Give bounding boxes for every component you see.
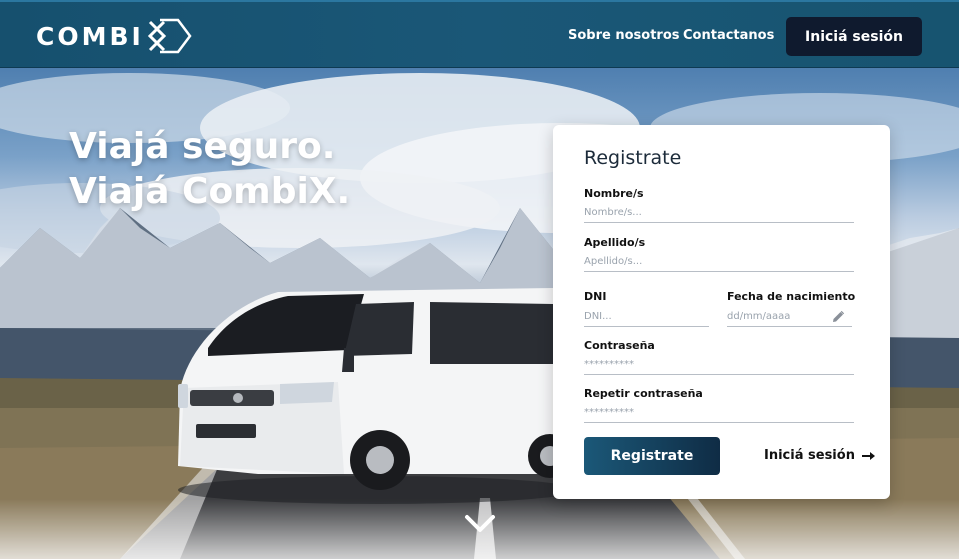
navbar: COMBI Sobre nosotros Contactanos Iniciá … [0, 0, 959, 68]
pencil-icon[interactable] [831, 310, 845, 324]
nombre-field[interactable] [584, 203, 854, 223]
hero-headline: Viajá seguro. Viajá CombiX. [69, 124, 350, 214]
password-field[interactable] [584, 355, 854, 375]
nav-link-about[interactable]: Sobre nosotros [568, 28, 680, 43]
register-title: Registrate [584, 147, 682, 169]
nombre-label: Nombre/s [584, 187, 644, 200]
chevron-down-icon[interactable] [464, 514, 496, 534]
dni-field[interactable] [584, 307, 709, 327]
password-repeat-field[interactable] [584, 403, 854, 423]
arrow-right-icon [861, 451, 875, 460]
password-repeat-label: Repetir contraseña [584, 387, 703, 400]
dni-label: DNI [584, 290, 607, 303]
hero-headline-line2: Viajá CombiX. [69, 171, 351, 212]
hero-headline-line1: Viajá seguro. [69, 126, 336, 167]
login-link-label: Iniciá sesión [764, 448, 855, 463]
logo-text: COMBI [36, 21, 144, 51]
van-image [178, 288, 558, 504]
register-button[interactable]: Registrate [584, 437, 720, 475]
logo[interactable]: COMBI [36, 18, 192, 54]
register-card: Registrate Nombre/s Apellido/s DNI Fecha… [553, 125, 890, 499]
password-label: Contraseña [584, 339, 655, 352]
apellido-field[interactable] [584, 252, 854, 272]
nav-link-contact[interactable]: Contactanos [683, 28, 774, 43]
login-link[interactable]: Iniciá sesión [764, 448, 876, 463]
logo-x-icon [147, 18, 192, 54]
apellido-label: Apellido/s [584, 236, 646, 249]
login-button[interactable]: Iniciá sesión [786, 17, 922, 56]
fecha-label: Fecha de nacimiento [727, 290, 856, 303]
